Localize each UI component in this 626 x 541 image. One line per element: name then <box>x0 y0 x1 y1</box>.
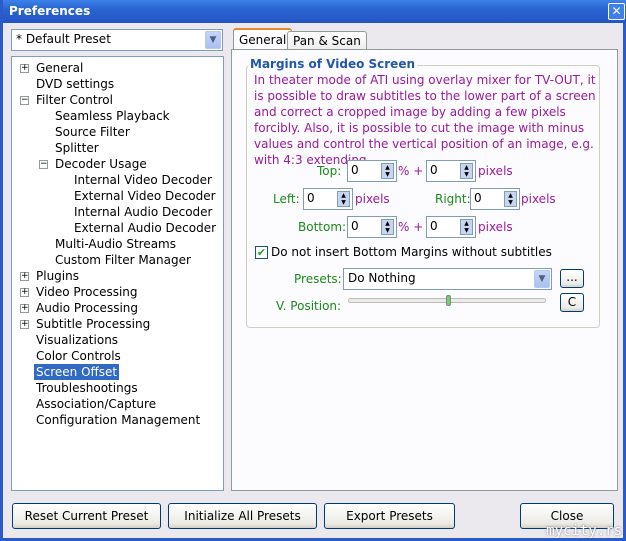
expand-icon[interactable]: + <box>20 64 29 73</box>
tree-item[interactable]: Internal Video Decoder <box>74 172 212 188</box>
tree-item[interactable]: Seamless Playback <box>55 108 170 124</box>
tab-pan-scan[interactable]: Pan & Scan <box>287 31 367 50</box>
tree-item[interactable]: Source Filter <box>55 124 130 140</box>
tree-item[interactable]: Video Processing <box>36 284 138 300</box>
expand-icon[interactable]: + <box>20 320 29 329</box>
tree-item[interactable]: Subtitle Processing <box>36 316 150 332</box>
bottom-label: Bottom: <box>298 220 347 234</box>
tree-item[interactable]: Filter Control <box>36 92 113 108</box>
percent-plus-label: % + <box>398 164 424 178</box>
vposition-label: V. Position: <box>276 299 342 313</box>
tree-item[interactable]: Audio Processing <box>36 300 138 316</box>
close-icon[interactable]: ✕ <box>608 3 625 20</box>
reset-preset-button[interactable]: Reset Current Preset <box>12 503 161 529</box>
top-pixels-value: 0 <box>430 163 438 177</box>
checkbox-label: Do not insert Bottom Margins without sub… <box>271 245 552 259</box>
bottom-pixels-value: 0 <box>430 219 438 233</box>
right-pixels-spinner[interactable]: 0 ▲ ▼ <box>470 188 520 210</box>
tree-item[interactable]: External Audio Decoder <box>74 220 216 236</box>
left-pixels-spinner[interactable]: 0 ▲ ▼ <box>303 188 353 210</box>
settings-tree[interactable]: + General DVD settings − Filter Control Seaml… <box>11 56 224 491</box>
bottom-pixels-spinner[interactable]: 0 ▲ ▼ <box>426 216 476 238</box>
presets-label: Presets: <box>294 272 342 286</box>
right-label: Right: <box>435 192 471 206</box>
tree-item[interactable]: Association/Capture <box>36 396 156 412</box>
bottom-percent-spinner[interactable]: 0 ▲ ▼ <box>347 216 397 238</box>
tree-item[interactable]: Decoder Usage <box>55 156 147 172</box>
bottom-margin-checkbox[interactable]: ✔ <box>255 246 268 259</box>
collapse-icon[interactable]: − <box>39 160 48 169</box>
chevron-down-icon[interactable]: ▼ <box>534 270 550 288</box>
tree-item[interactable]: Visualizations <box>36 332 118 348</box>
top-percent-value: 0 <box>351 163 359 177</box>
preset-select-value: * Default Preset <box>16 32 111 46</box>
spin-arrows-icon[interactable]: ▲ ▼ <box>504 191 517 207</box>
tree-item[interactable]: General <box>36 60 83 76</box>
right-pixels-value: 0 <box>474 191 482 205</box>
spin-arrows-icon[interactable]: ▲ ▼ <box>460 163 473 179</box>
vposition-reset-button[interactable]: C <box>560 293 584 312</box>
group-description: In theater mode of ATI using overlay mix… <box>254 73 596 167</box>
tree-item[interactable]: Internal Audio Decoder <box>74 204 212 220</box>
group-title: Margins of Video Screen <box>248 57 417 71</box>
collapse-icon[interactable]: − <box>20 96 29 105</box>
initialize-presets-button[interactable]: Initialize All Presets <box>168 503 317 529</box>
pixels-label: pixels <box>478 220 513 234</box>
title-bar: Preferences ✕ <box>3 0 626 23</box>
spin-arrows-icon[interactable]: ▲ ▼ <box>381 219 394 235</box>
tree-item[interactable]: DVD settings <box>36 76 114 92</box>
presets-more-button[interactable]: ... <box>560 269 584 288</box>
tab-general[interactable]: General <box>233 28 293 50</box>
tree-item[interactable]: Multi-Audio Streams <box>55 236 176 252</box>
window-title: Preferences <box>9 4 91 18</box>
spin-arrows-icon[interactable]: ▲ ▼ <box>381 163 394 179</box>
presets-select[interactable]: Do Nothing ▼ <box>343 268 552 290</box>
top-label: Top: <box>317 164 342 178</box>
percent-plus-label: % + <box>398 220 424 234</box>
preset-select[interactable]: * Default Preset ▼ <box>11 29 223 51</box>
pixels-label: pixels <box>355 192 390 206</box>
tree-item[interactable]: Custom Filter Manager <box>55 252 191 268</box>
tree-item[interactable]: Troubleshootings <box>36 380 138 396</box>
tree-item[interactable]: Screen Offset <box>34 364 120 380</box>
slider-thumb[interactable] <box>445 295 451 306</box>
left-pixels-value: 0 <box>307 191 315 205</box>
left-label: Left: <box>273 192 300 206</box>
presets-value: Do Nothing <box>348 271 416 285</box>
pixels-label: pixels <box>521 192 556 206</box>
chevron-down-icon[interactable]: ▼ <box>205 31 221 49</box>
spin-arrows-icon[interactable]: ▲ ▼ <box>460 219 473 235</box>
pixels-label: pixels <box>478 164 513 178</box>
expand-icon[interactable]: + <box>20 272 29 281</box>
tree-item[interactable]: Splitter <box>55 140 99 156</box>
spin-arrows-icon[interactable]: ▲ ▼ <box>337 191 350 207</box>
tree-item[interactable]: Plugins <box>36 268 79 284</box>
watermark: mycity.rs <box>546 523 622 539</box>
top-pixels-spinner[interactable]: 0 ▲ ▼ <box>426 160 476 182</box>
tree-item[interactable]: External Video Decoder <box>74 188 216 204</box>
bottom-percent-value: 0 <box>351 219 359 233</box>
vposition-slider[interactable] <box>348 295 546 306</box>
tree-item[interactable]: Configuration Management <box>36 412 200 428</box>
export-presets-button[interactable]: Export Presets <box>324 503 455 529</box>
top-percent-spinner[interactable]: 0 ▲ ▼ <box>347 160 397 182</box>
expand-icon[interactable]: + <box>20 288 29 297</box>
tree-item[interactable]: Color Controls <box>36 348 121 364</box>
expand-icon[interactable]: + <box>20 304 29 313</box>
